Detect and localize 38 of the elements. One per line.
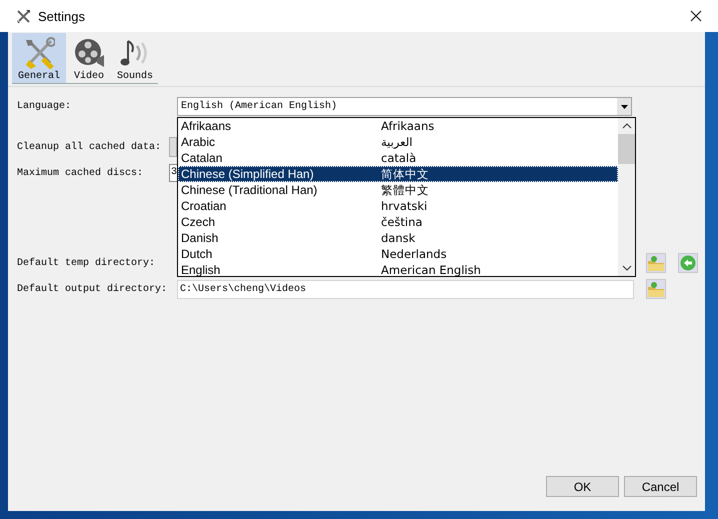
tools-icon	[16, 8, 32, 24]
scroll-down-icon[interactable]	[622, 265, 632, 271]
scroll-thumb[interactable]	[618, 134, 635, 164]
toolbar-tab[interactable]: Video	[66, 33, 112, 83]
dropdown-arrow-icon	[620, 104, 628, 108]
tools-icon	[23, 37, 55, 69]
language-option[interactable]: Afrikaans Afrikaans	[178, 118, 618, 134]
number-field[interactable]: 3	[169, 164, 177, 182]
setting-label: Maximum cached discs:	[17, 168, 144, 178]
language-option[interactable]: Chinese (Simplified Han) 简体中文	[178, 166, 618, 182]
language-option[interactable]: Danish dansk	[178, 230, 618, 246]
toolbar-tab[interactable]: General	[12, 33, 66, 83]
scrollbar[interactable]	[618, 118, 635, 276]
language-option[interactable]: English American English	[178, 262, 618, 278]
language-option[interactable]: Czech čeština	[178, 214, 618, 230]
dialog-button[interactable]: Cancel	[624, 476, 697, 497]
setting-label: Language:	[17, 101, 72, 112]
language-option[interactable]: Dutch Nederlands	[178, 246, 618, 262]
dialog-button[interactable]: OK	[546, 476, 619, 497]
setting-label: Cleanup all cached data:	[17, 142, 162, 152]
folder-icon	[647, 254, 665, 272]
setting-label: Default output directory:	[17, 284, 168, 294]
path-field[interactable]: C:\Users\cheng\Videos	[177, 280, 634, 298]
film-reel-icon	[73, 37, 105, 69]
toolbar-tab[interactable]: Sounds	[112, 33, 158, 83]
language-dropdown[interactable]: English (American English)	[177, 97, 632, 116]
browse-button[interactable]	[646, 253, 666, 273]
setting-label: Default temp directory:	[17, 258, 156, 268]
reset-button[interactable]	[678, 253, 698, 273]
close-icon[interactable]	[690, 10, 702, 22]
browse-button[interactable]	[646, 279, 666, 299]
cleanup-button[interactable]	[169, 137, 177, 157]
language-option[interactable]: Croatian hrvatski	[178, 198, 618, 214]
language-option[interactable]: Catalan català	[178, 150, 618, 166]
language-option[interactable]: Chinese (Traditional Han) 繁體中文	[178, 182, 618, 198]
scroll-up-icon[interactable]	[622, 123, 632, 129]
folder-icon	[647, 280, 665, 298]
window-title: Settings	[38, 8, 86, 24]
